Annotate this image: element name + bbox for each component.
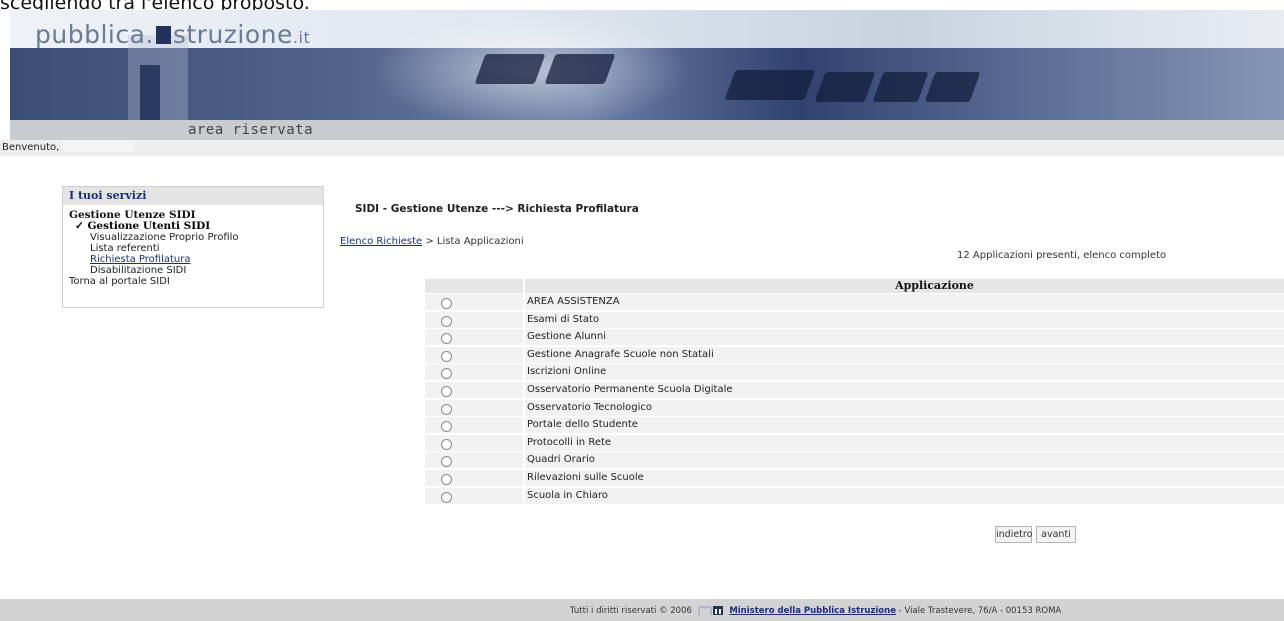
table-row: Gestione Alunni [425, 328, 1284, 346]
footer-rights: Tutti i diritti riservati © 2006 [570, 606, 692, 616]
app-name: Osservatorio Permanente Scuola Digitale [525, 381, 1284, 398]
app-radio[interactable] [441, 491, 452, 503]
breadcrumb: Elenco Richieste > Lista Applicazioni [340, 236, 524, 247]
table-row: AREA ASSISTENZA [425, 293, 1284, 311]
app-radio[interactable] [441, 421, 452, 433]
ministry-logo-icon [698, 605, 723, 615]
table-header: Applicazione [425, 279, 1284, 293]
page-title: SIDI - Gestione Utenze ---> Richiesta Pr… [355, 203, 639, 215]
app-radio[interactable] [441, 438, 452, 450]
table-row: Protocolli in Rete [425, 434, 1284, 452]
app-radio[interactable] [441, 315, 452, 327]
header-banner: area riservata pubblica. struzione.it [10, 10, 1284, 140]
app-name: Portale dello Studente [525, 417, 1284, 434]
app-radio[interactable] [441, 333, 452, 345]
applications-table: Applicazione AREA ASSISTENZA Esami di St… [425, 279, 1284, 504]
app-name: Esami di Stato [525, 311, 1284, 328]
table-row: Osservatorio Tecnologico [425, 399, 1284, 417]
logo-square-icon [155, 26, 171, 44]
app-radio[interactable] [441, 456, 452, 468]
services-sidebar: I tuoi servizi Gestione Utenze SIDI ✓ Ge… [62, 186, 324, 308]
sidebar-title: I tuoi servizi [63, 187, 323, 205]
area-riservata-label: area riservata [188, 122, 314, 138]
app-name: Gestione Alunni [525, 329, 1284, 346]
footer: Tutti i diritti riservati © 2006 Ministe… [0, 599, 1284, 621]
table-row: Gestione Anagrafe Scuole non Statali [425, 346, 1284, 364]
table-row: Quadri Orario [425, 451, 1284, 469]
applications-count: 12 Applicazioni presenti, elenco complet… [957, 250, 1167, 261]
username-redacted [62, 141, 133, 152]
ministry-link[interactable]: Ministero della Pubblica Istruzione [729, 606, 896, 616]
column-header-applicazione: Applicazione [525, 279, 1284, 293]
app-name: Gestione Anagrafe Scuole non Statali [525, 346, 1284, 363]
app-radio[interactable] [441, 350, 452, 362]
welcome-text: Benvenuto, [2, 141, 133, 153]
indietro-button[interactable]: indietro [995, 526, 1032, 543]
breadcrumb-link-elenco-richieste[interactable]: Elenco Richieste [340, 236, 422, 247]
checkmark-icon: ✓ [75, 220, 84, 232]
table-row: Scuola in Chiaro [425, 487, 1284, 505]
table-row: Rilevazioni sulle Scuole [425, 469, 1284, 487]
footer-address: - Viale Trastevere, 76/A - 00153 ROMA [898, 606, 1062, 616]
table-row: Osservatorio Permanente Scuola Digitale [425, 381, 1284, 399]
app-name: Osservatorio Tecnologico [525, 399, 1284, 416]
table-row: Esami di Stato [425, 311, 1284, 329]
table-row: Iscrizioni Online [425, 363, 1284, 381]
sidebar-item-lista-referenti[interactable]: Lista referenti [63, 243, 323, 254]
app-name: Quadri Orario [525, 452, 1284, 469]
sidebar-item-disabilitazione[interactable]: Disabilitazione SIDI [63, 265, 323, 276]
sidebar-item-torna-portale[interactable]: Torna al portale SIDI [63, 276, 323, 287]
app-name: Protocolli in Rete [525, 434, 1284, 451]
app-name: Rilevazioni sulle Scuole [525, 469, 1284, 486]
sidebar-item-gestione-utenti[interactable]: ✓ Gestione Utenti SIDI [63, 221, 323, 232]
app-radio[interactable] [441, 385, 452, 397]
site-logo: pubblica. struzione.it [35, 20, 311, 49]
app-name: AREA ASSISTENZA [525, 294, 1284, 310]
sidebar-item-richiesta-profilatura[interactable]: Richiesta Profilatura [63, 254, 323, 265]
sidebar-item-visualizzazione-profilo[interactable]: Visualizzazione Proprio Profilo [63, 232, 323, 243]
app-radio[interactable] [441, 298, 452, 309]
avanti-button[interactable]: avanti [1036, 526, 1076, 543]
app-name: Scuola in Chiaro [525, 487, 1284, 504]
app-radio[interactable] [441, 368, 452, 380]
app-name: Iscrizioni Online [525, 364, 1284, 381]
app-radio[interactable] [441, 403, 452, 415]
welcome-bar [0, 140, 1284, 156]
app-radio[interactable] [441, 473, 452, 485]
table-row: Portale dello Studente [425, 416, 1284, 434]
